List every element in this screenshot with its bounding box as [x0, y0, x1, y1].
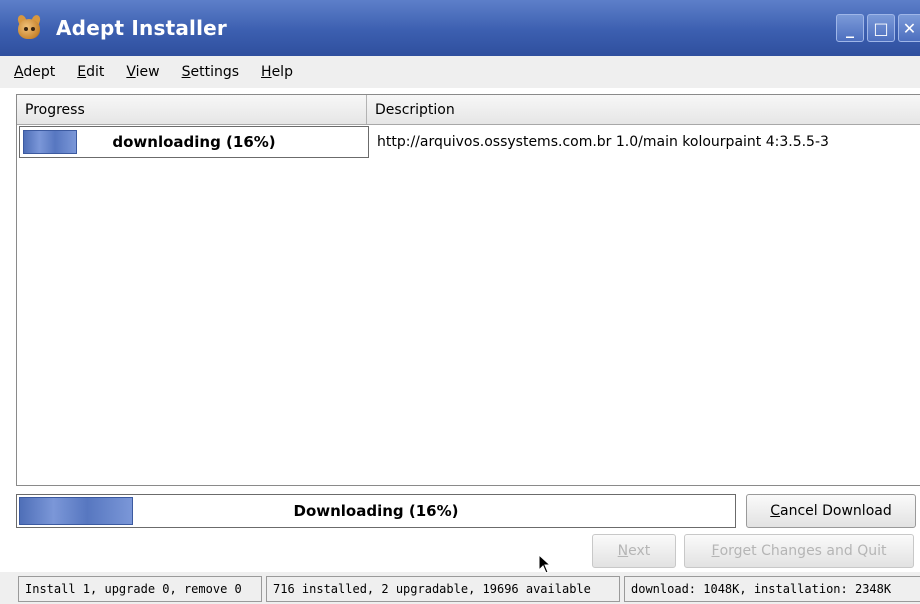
window-title: Adept Installer — [56, 16, 227, 40]
column-header-description[interactable]: Description — [367, 95, 920, 124]
menu-adept[interactable]: Adept — [14, 64, 55, 80]
status-package-counts: 716 installed, 2 upgradable, 19696 avail… — [266, 576, 620, 602]
menu-settings[interactable]: Settings — [182, 64, 239, 80]
minimize-icon: _ — [846, 18, 854, 38]
download-list[interactable]: Progress Description downloading (16%) h… — [16, 94, 920, 486]
status-changes: Install 1, upgrade 0, remove 0 — [18, 576, 262, 602]
menu-edit[interactable]: Edit — [77, 64, 104, 80]
overall-progress-bar: Downloading (16%) — [16, 494, 736, 528]
menu-view[interactable]: View — [126, 64, 159, 80]
minimize-button[interactable]: _ — [836, 14, 864, 42]
maximize-icon: □ — [873, 18, 889, 38]
row-progress-bar: downloading (16%) — [19, 126, 369, 158]
overall-progress-text: Downloading (16%) — [293, 502, 459, 520]
status-bar: Install 1, upgrade 0, remove 0 716 insta… — [0, 572, 920, 604]
status-sizes: download: 1048K, installation: 2348K — [624, 576, 920, 602]
menu-bar: Adept Edit View Settings Help — [0, 56, 920, 88]
maximize-button[interactable]: □ — [867, 14, 895, 42]
forget-changes-button[interactable]: Forget Changes and Quit — [684, 534, 914, 568]
row-description: http://arquivos.ossystems.com.br 1.0/mai… — [377, 134, 829, 150]
next-button[interactable]: Next — [592, 534, 676, 568]
close-button[interactable]: ✕ — [898, 14, 920, 42]
table-row[interactable]: downloading (16%) http://arquivos.ossyst… — [17, 125, 920, 159]
close-icon: ✕ — [902, 18, 917, 38]
column-header-progress[interactable]: Progress — [17, 95, 367, 124]
mouse-pointer-icon — [538, 554, 552, 574]
cancel-download-button[interactable]: Cancel Download — [746, 494, 916, 528]
row-progress-text: downloading (16%) — [112, 133, 276, 151]
menu-help[interactable]: Help — [261, 64, 293, 80]
adept-mascot-icon[interactable] — [16, 13, 42, 41]
list-header: Progress Description — [17, 95, 920, 125]
title-bar[interactable]: Adept Installer _ □ ✕ — [0, 0, 920, 56]
